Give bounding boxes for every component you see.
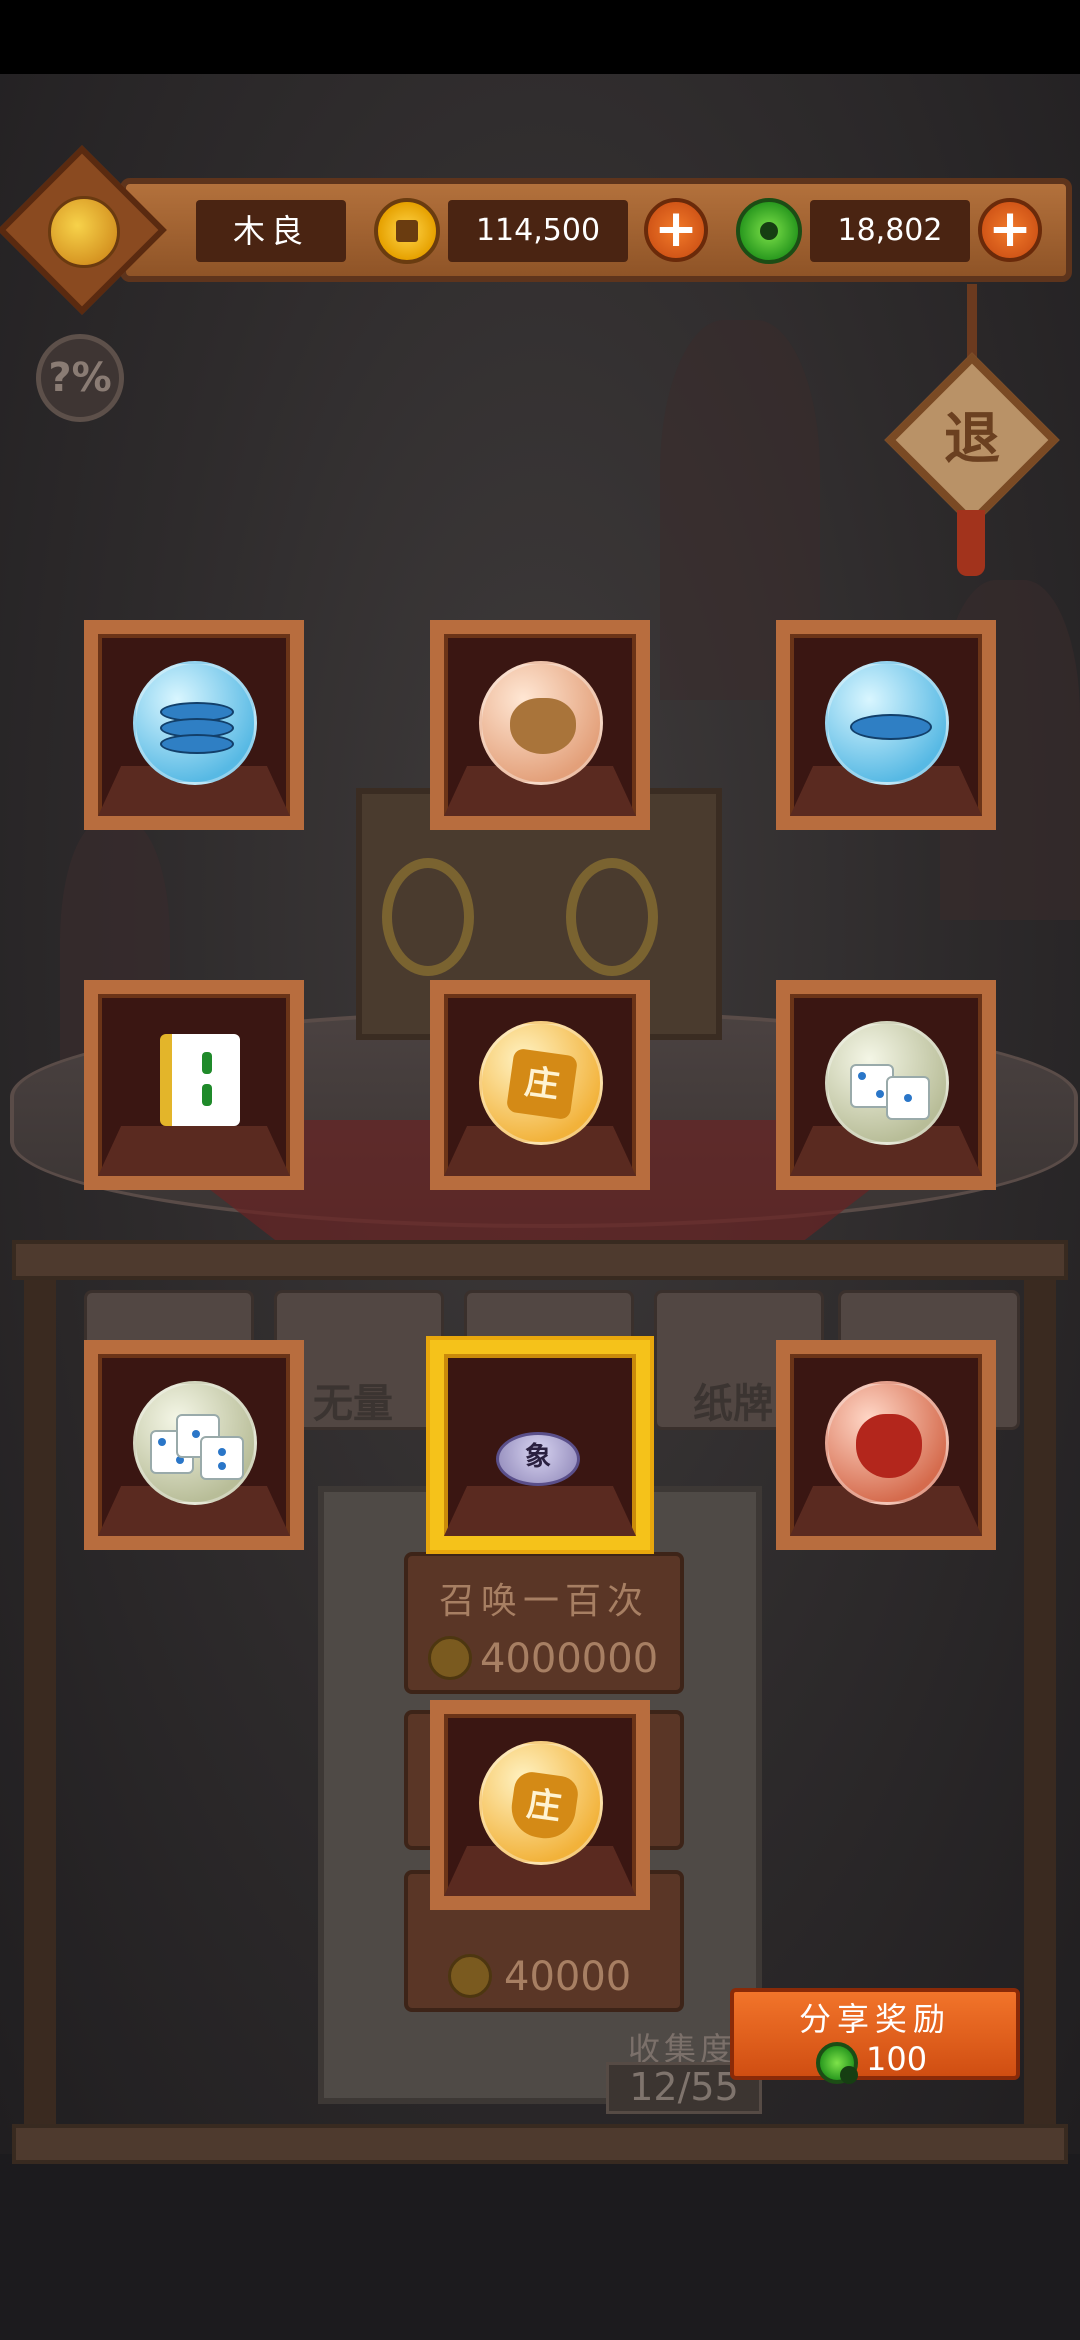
add-gold-button[interactable]: +	[644, 198, 708, 262]
crate-coin-icon	[566, 858, 658, 976]
add-jade-button[interactable]: +	[978, 198, 1042, 262]
bottom-area	[0, 2154, 1080, 2340]
exit-tassel	[957, 510, 985, 576]
item-dice-set[interactable]	[84, 1340, 304, 1550]
jade-coin-icon	[816, 2042, 858, 2084]
poster-text: 纸牌	[693, 1381, 773, 1427]
item-mahjong-tile[interactable]	[84, 980, 304, 1190]
share-reward-label: 分享奖励	[798, 2000, 951, 2038]
dealer-token-icon: 庄	[479, 1021, 603, 1145]
dealer-badge-label: 庄	[507, 1769, 581, 1843]
item-dealer-token[interactable]: 庄	[430, 980, 650, 1190]
gold-coin-icon	[448, 1954, 492, 1998]
chess-piece-icon: 象	[496, 1432, 580, 1486]
dice-set-icon	[133, 1381, 257, 1505]
item-red-pouch[interactable]	[776, 1340, 996, 1550]
dealer-badge-icon: 庄	[479, 1741, 603, 1865]
help-button[interactable]: ?%	[36, 334, 124, 422]
item-blue-chip-single[interactable]	[776, 620, 996, 830]
shelf-post-right	[1024, 1280, 1056, 2140]
blue-chip-icon	[825, 661, 949, 785]
dealer-token-label: 庄	[505, 1047, 579, 1121]
player-name: 木良	[232, 212, 309, 250]
item-dealer-badge[interactable]: 庄	[430, 1700, 650, 1910]
summon-hundred-button[interactable]: 召唤一百次 4000000	[404, 1552, 684, 1694]
summon-hundred-title: 召唤一百次	[438, 1581, 649, 1622]
shelf-bottom	[12, 2124, 1068, 2164]
gold-coin-icon	[374, 198, 440, 264]
blue-chips-icon	[133, 661, 257, 785]
share-reward-value: 100	[866, 2040, 928, 2078]
avatar-icon	[48, 196, 120, 268]
item-money-bag[interactable]	[430, 620, 650, 830]
summon-single-cost: 40000	[504, 1954, 632, 2000]
item-blue-chips-stack[interactable]	[84, 620, 304, 830]
shelf-top	[12, 1240, 1068, 1280]
status-bar	[0, 0, 1080, 74]
money-bag-icon	[479, 661, 603, 785]
poster-text: 无量	[313, 1381, 393, 1427]
item-dice-pair[interactable]	[776, 980, 996, 1190]
jade-value: 18,802	[837, 213, 943, 248]
summon-hundred-cost: 4000000	[480, 1636, 659, 1682]
jade-coin-icon	[736, 198, 802, 264]
item-chess-piece-selected[interactable]: 象	[430, 1340, 650, 1550]
exit-label: 退	[944, 407, 1000, 472]
red-pouch-icon	[825, 1381, 949, 1505]
shelf-post-left	[24, 1280, 56, 2140]
gold-coin-icon	[428, 1636, 472, 1680]
mahjong-tile-icon	[160, 1034, 240, 1126]
crate-coin-icon	[382, 858, 474, 976]
gold-value: 114,500	[475, 213, 601, 248]
dice-pair-icon	[825, 1021, 949, 1145]
